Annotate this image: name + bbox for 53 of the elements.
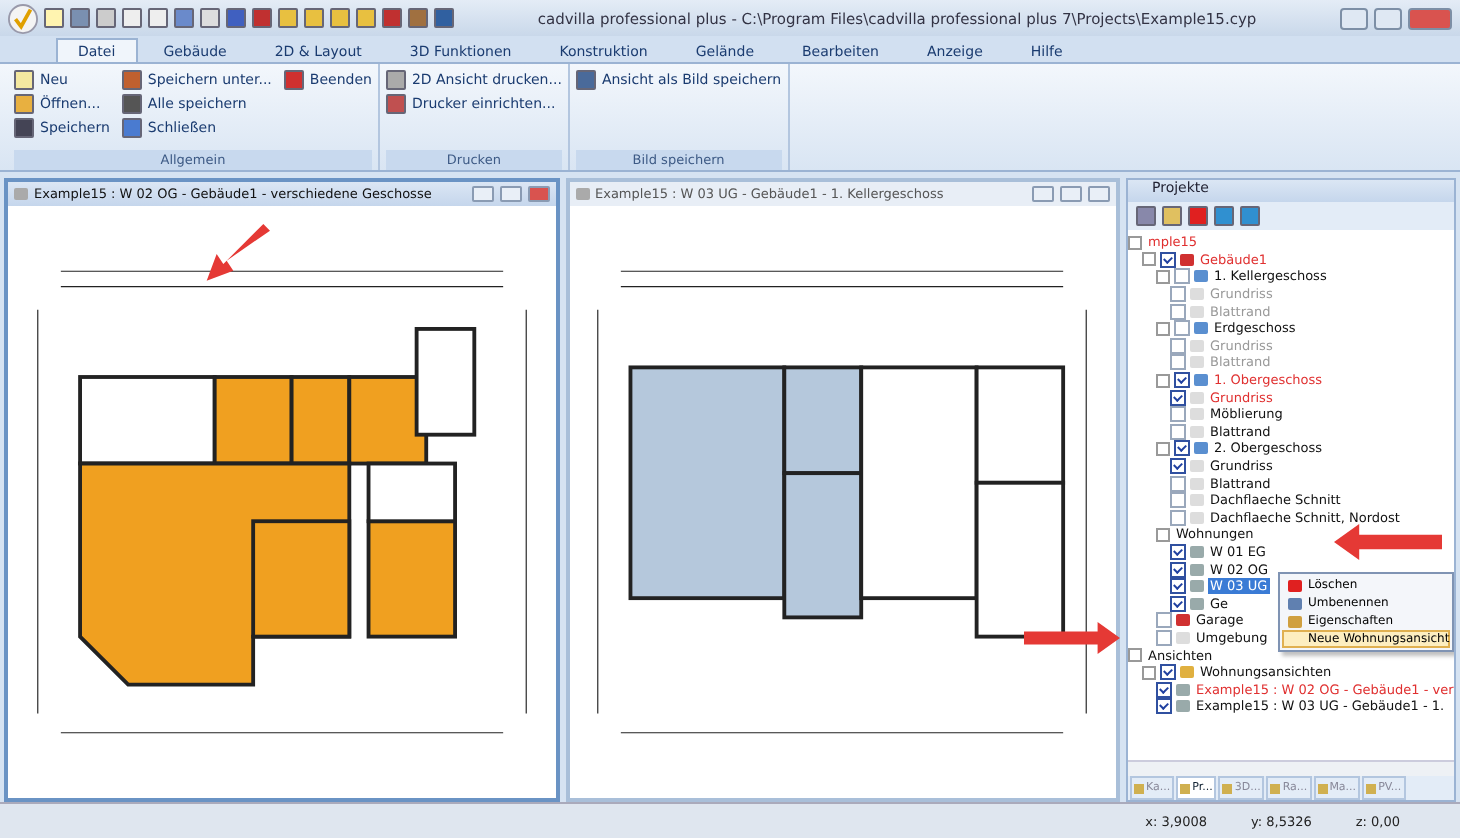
checkbox[interactable] [1170,475,1186,492]
minimize-button[interactable] [471,186,493,202]
checkbox[interactable] [1170,492,1186,509]
command-icon [283,70,304,90]
close-button[interactable] [1088,186,1110,202]
checkbox[interactable] [1174,440,1190,457]
checkbox[interactable] [1174,268,1190,285]
checkbox[interactable] [1156,612,1172,629]
minimize-button[interactable] [1032,186,1054,202]
command-icon [121,94,142,114]
command-icon [385,70,406,90]
expand-toggle[interactable] [1156,373,1170,388]
checkbox[interactable] [1170,458,1186,475]
tab-icon [1366,783,1377,793]
annotation-arrow [1024,620,1120,656]
document-icon [14,188,28,200]
expand-toggle[interactable] [1156,527,1170,542]
checkbox[interactable] [1156,681,1172,698]
command-icon [575,70,596,90]
expand-toggle[interactable] [1156,441,1170,456]
checkbox[interactable] [1174,320,1190,337]
checkbox[interactable] [1170,543,1186,560]
annotation-arrow [1330,524,1446,560]
command-icon [121,70,142,90]
checkbox[interactable] [1170,389,1186,406]
minimize-button[interactable] [1340,7,1368,29]
checkbox[interactable] [1170,595,1186,612]
checkbox[interactable] [1170,561,1186,578]
checkbox[interactable] [1170,578,1186,595]
checkbox[interactable] [1156,698,1172,715]
tab-icon [1222,783,1233,793]
checkbox[interactable] [1156,629,1172,646]
document-icon [575,188,589,200]
checkbox[interactable] [1170,423,1186,440]
scrollbar[interactable] [1128,760,1454,776]
tab-icon [1270,783,1281,793]
maximize-button[interactable] [1374,7,1402,29]
checkbox[interactable] [1170,509,1186,526]
tab-icon [1317,783,1328,793]
tab-icon [1180,783,1191,793]
close-button[interactable] [1408,7,1452,29]
app-logo-icon[interactable] [8,3,38,33]
command-icon [385,94,406,114]
checkbox[interactable] [1170,406,1186,423]
checkbox[interactable] [1160,251,1176,268]
tab-icon [1134,783,1144,793]
close-button[interactable] [527,186,549,202]
expand-toggle[interactable] [1156,321,1170,336]
maximize-button[interactable] [1060,186,1082,202]
checkbox[interactable] [1174,372,1190,389]
checkbox[interactable] [1160,664,1176,681]
maximize-button[interactable] [499,186,521,202]
command-icon [121,118,142,138]
